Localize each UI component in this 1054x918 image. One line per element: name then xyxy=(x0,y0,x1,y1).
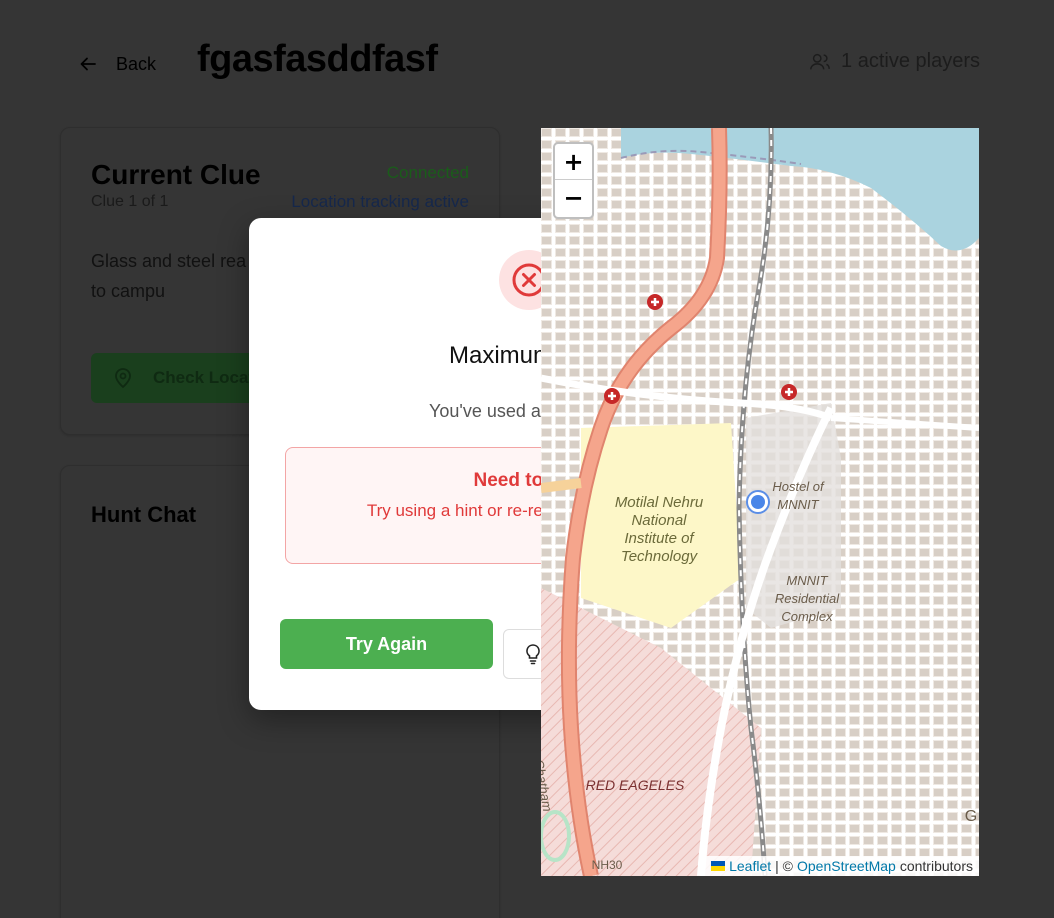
attribution-contributors: contributors xyxy=(899,858,973,874)
map-attribution: Leaflet | © OpenStreetMap contributors xyxy=(705,856,979,876)
active-players: 1 active players xyxy=(809,50,980,73)
hospital-marker xyxy=(781,384,797,400)
page-title: fgasfasddfasf xyxy=(197,38,438,80)
map-view[interactable]: Hostel of MNNIT Motilal Nehru National I… xyxy=(541,128,979,876)
users-icon xyxy=(810,53,830,69)
zoom-out-button[interactable]: − xyxy=(555,180,592,216)
check-location-label: Check Locati xyxy=(153,368,259,387)
map-label-g: G xyxy=(964,808,978,825)
attribution-separator: | © xyxy=(775,858,793,874)
zoom-in-button[interactable]: + xyxy=(555,144,592,180)
zoom-control: + − xyxy=(553,142,594,219)
leaflet-link[interactable]: Leaflet xyxy=(729,858,771,874)
hospital-marker xyxy=(647,294,663,310)
hospital-marker xyxy=(604,388,620,404)
map-label-institute: Motilal Nehru National Institute of Tech… xyxy=(614,494,704,565)
map-label-red-eagles: RED EAGELES xyxy=(585,777,685,793)
try-again-button[interactable]: Try Again xyxy=(280,619,493,669)
map-label-residential: MNNIT Residential Complex xyxy=(774,573,840,624)
map-label-hostel: Hostel of MNNIT xyxy=(772,479,824,512)
arrow-left-icon xyxy=(80,57,96,71)
map-pin-icon xyxy=(115,368,131,389)
map-label-nh30: NH30 xyxy=(591,858,623,872)
tracking-status: Location tracking active xyxy=(291,192,469,211)
players-count: 1 active players xyxy=(841,50,980,72)
clue-progress: Clue 1 of 1 xyxy=(91,193,169,210)
osm-link[interactable]: OpenStreetMap xyxy=(797,858,896,874)
lightbulb-icon xyxy=(526,644,540,665)
ukraine-flag-icon xyxy=(711,861,726,871)
back-label: Back xyxy=(116,53,157,74)
connection-status: Connected xyxy=(386,163,469,182)
page-header: Back fgasfasddfasf 1 active players xyxy=(0,0,1054,120)
chat-title: Hunt Chat xyxy=(91,502,197,527)
back-button[interactable]: Back xyxy=(78,48,156,80)
clue-title: Current Clue xyxy=(91,159,261,190)
